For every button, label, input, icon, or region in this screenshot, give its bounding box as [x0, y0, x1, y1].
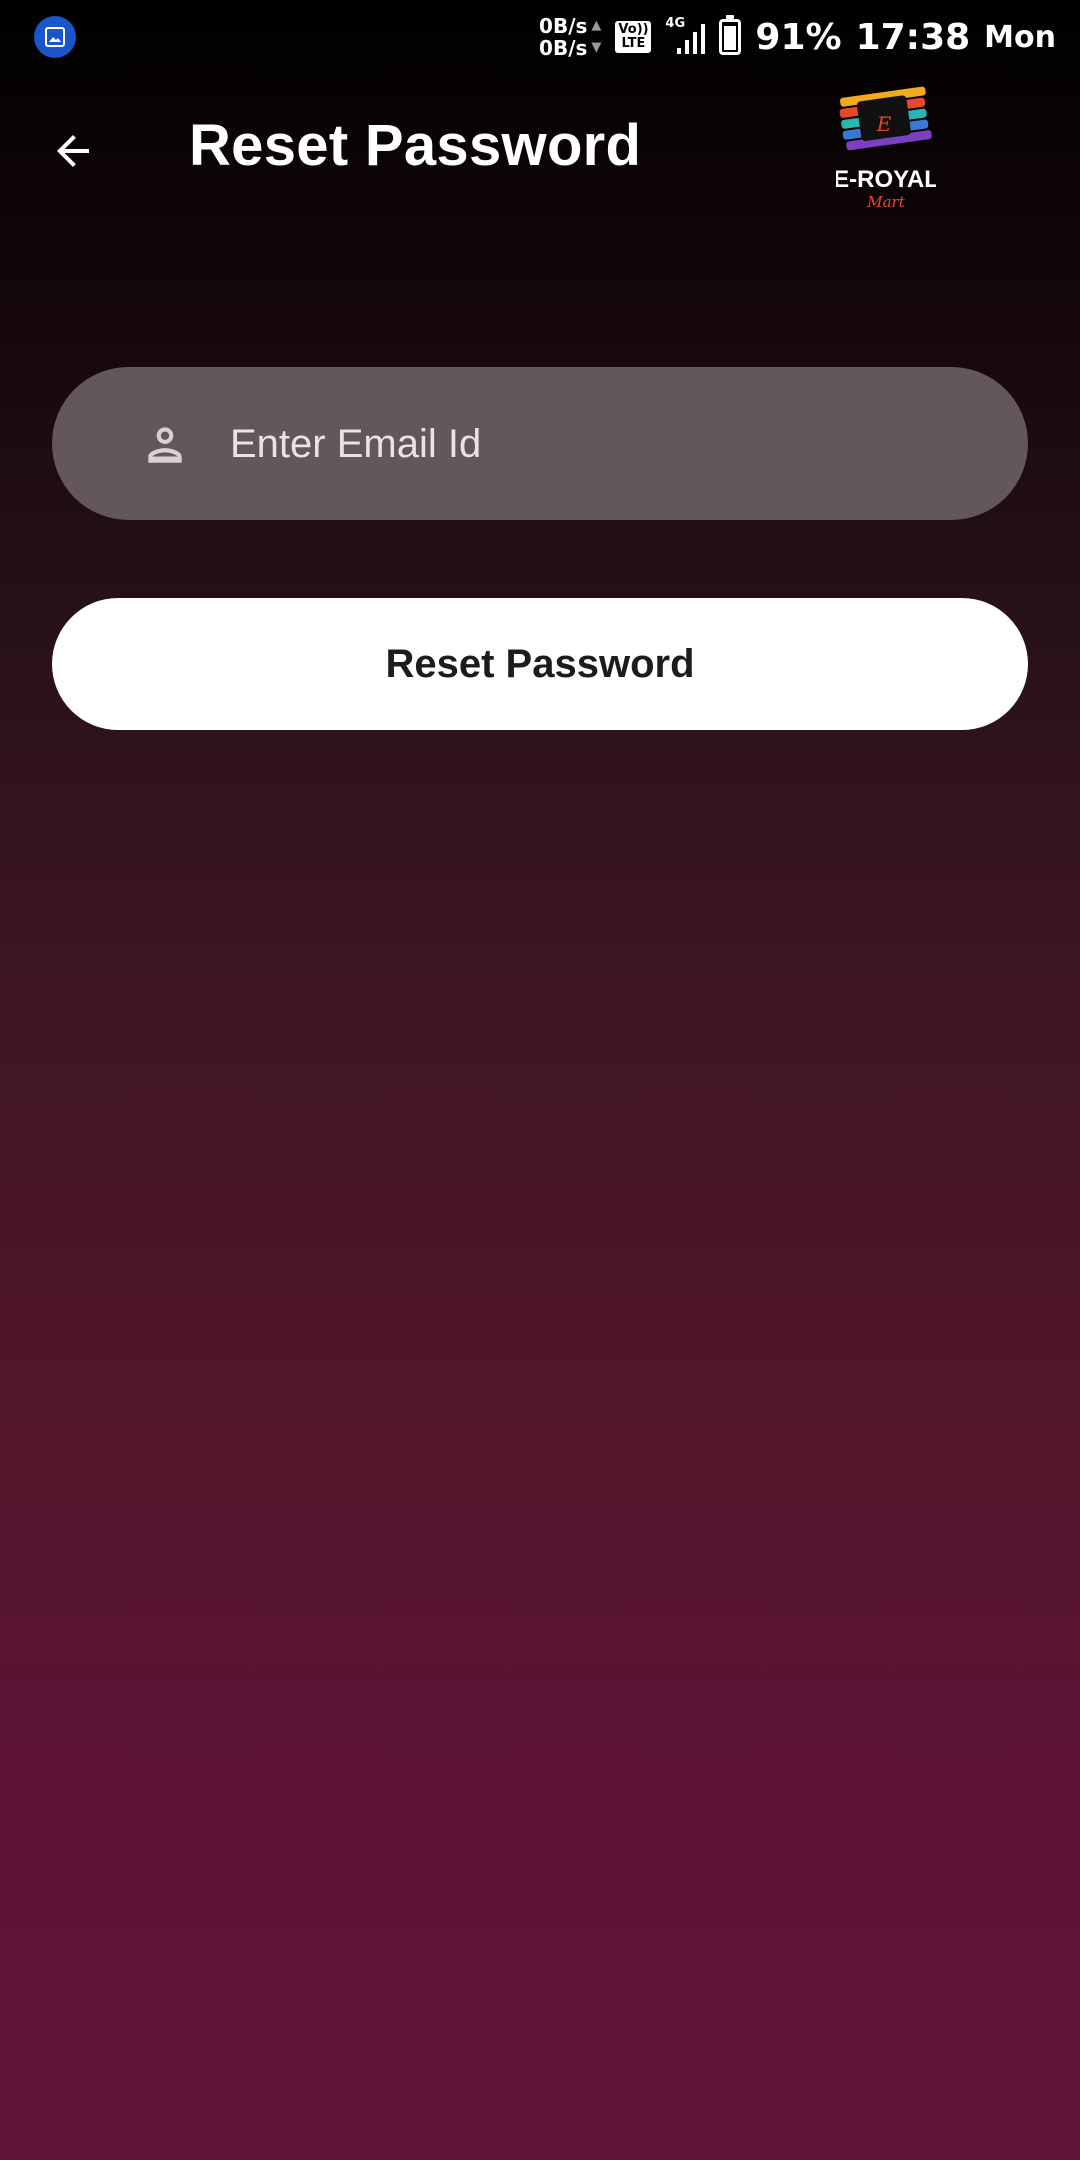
arrow-left-icon — [57, 135, 89, 167]
clock: 17:38 — [855, 16, 971, 58]
download-speed: 0B/s — [539, 36, 588, 60]
person-icon — [148, 427, 182, 463]
email-field[interactable] — [52, 367, 1028, 520]
status-bar: 0B/s 0B/s ▲ ▼ Vo)) LTE 4G 91% 17:38 Mon — [0, 0, 1080, 74]
battery-icon — [719, 15, 742, 55]
page-title: Reset Password — [189, 113, 642, 178]
day-label: Mon — [984, 19, 1056, 55]
network-speed: 0B/s 0B/s ▲ ▼ — [539, 15, 601, 59]
battery-percent: 91% — [755, 16, 842, 58]
svg-text:E-ROYAL: E-ROYAL — [836, 166, 936, 193]
volte-icon: Vo)) LTE — [615, 21, 652, 53]
svg-text:E: E — [876, 112, 892, 136]
svg-text:Mart: Mart — [866, 193, 905, 211]
brand-logo: E E-ROYAL Mart — [836, 86, 936, 211]
app-bar: Reset Password E E-ROYAL Mart — [0, 86, 1080, 211]
signal-icon: 4G — [665, 16, 706, 56]
status-indicators: 0B/s 0B/s ▲ ▼ Vo)) LTE 4G 91% 17:38 Mon — [539, 15, 1056, 59]
upload-speed: 0B/s — [539, 14, 588, 38]
gallery-icon — [34, 16, 76, 58]
reset-password-button[interactable]: Reset Password — [52, 598, 1028, 730]
email-input[interactable] — [230, 397, 990, 491]
speed-arrows-icon: ▲ ▼ — [591, 18, 602, 55]
back-button[interactable] — [40, 118, 106, 184]
